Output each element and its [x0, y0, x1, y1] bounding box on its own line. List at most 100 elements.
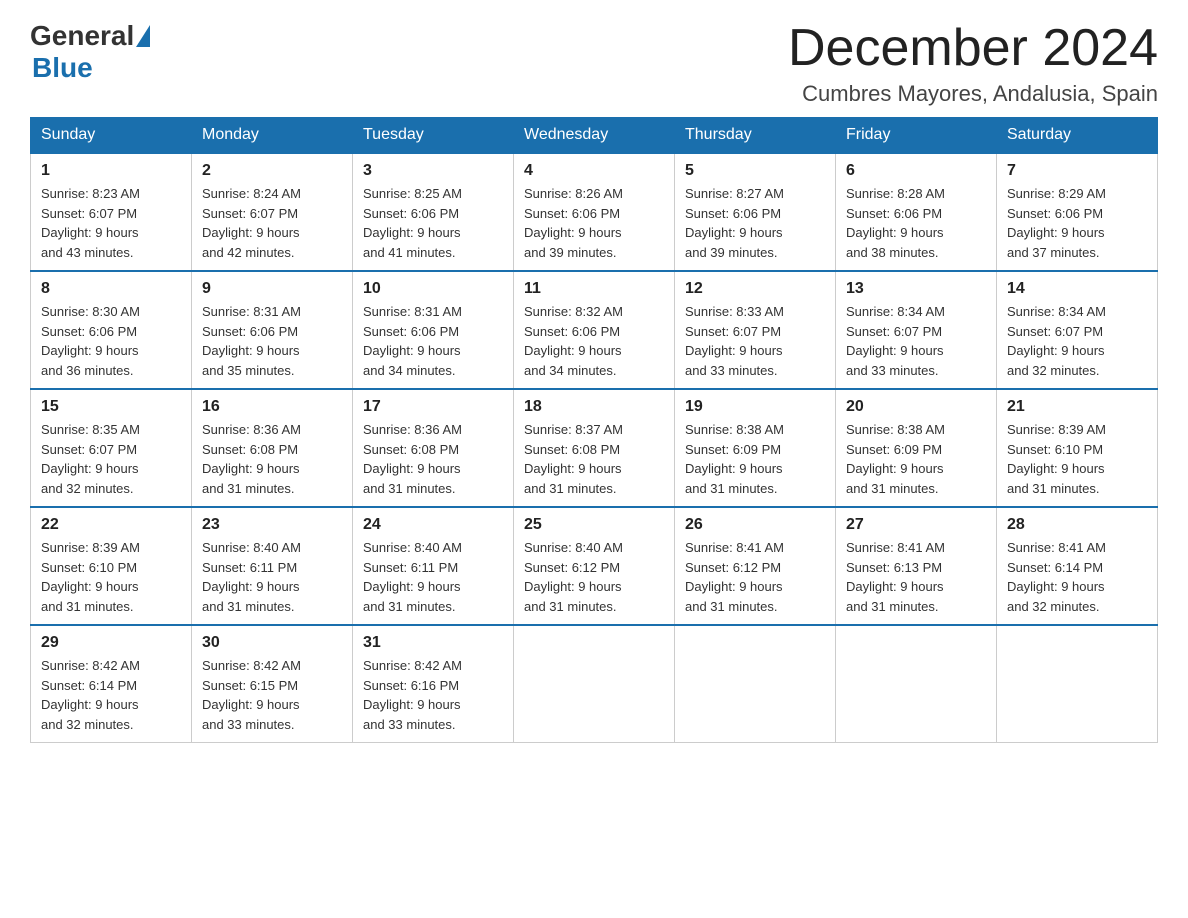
calendar-cell: 8 Sunrise: 8:30 AM Sunset: 6:06 PM Dayli…	[31, 271, 192, 389]
day-number: 3	[363, 162, 503, 180]
day-number: 26	[685, 516, 825, 534]
day-info: Sunrise: 8:37 AM Sunset: 6:08 PM Dayligh…	[524, 422, 623, 496]
col-saturday: Saturday	[997, 118, 1158, 154]
calendar-cell: 14 Sunrise: 8:34 AM Sunset: 6:07 PM Dayl…	[997, 271, 1158, 389]
calendar-cell: 10 Sunrise: 8:31 AM Sunset: 6:06 PM Dayl…	[353, 271, 514, 389]
calendar-cell: 28 Sunrise: 8:41 AM Sunset: 6:14 PM Dayl…	[997, 507, 1158, 625]
calendar-cell: 31 Sunrise: 8:42 AM Sunset: 6:16 PM Dayl…	[353, 625, 514, 743]
day-number: 9	[202, 280, 342, 298]
day-info: Sunrise: 8:24 AM Sunset: 6:07 PM Dayligh…	[202, 186, 301, 260]
calendar-cell: 11 Sunrise: 8:32 AM Sunset: 6:06 PM Dayl…	[514, 271, 675, 389]
day-number: 25	[524, 516, 664, 534]
day-info: Sunrise: 8:32 AM Sunset: 6:06 PM Dayligh…	[524, 304, 623, 378]
day-number: 10	[363, 280, 503, 298]
day-info: Sunrise: 8:39 AM Sunset: 6:10 PM Dayligh…	[41, 540, 140, 614]
day-number: 5	[685, 162, 825, 180]
day-number: 6	[846, 162, 986, 180]
day-number: 12	[685, 280, 825, 298]
calendar-table: Sunday Monday Tuesday Wednesday Thursday…	[30, 117, 1158, 743]
calendar-week-row: 8 Sunrise: 8:30 AM Sunset: 6:06 PM Dayli…	[31, 271, 1158, 389]
calendar-cell: 19 Sunrise: 8:38 AM Sunset: 6:09 PM Dayl…	[675, 389, 836, 507]
day-number: 8	[41, 280, 181, 298]
day-info: Sunrise: 8:29 AM Sunset: 6:06 PM Dayligh…	[1007, 186, 1106, 260]
day-info: Sunrise: 8:41 AM Sunset: 6:13 PM Dayligh…	[846, 540, 945, 614]
col-sunday: Sunday	[31, 118, 192, 154]
calendar-cell: 23 Sunrise: 8:40 AM Sunset: 6:11 PM Dayl…	[192, 507, 353, 625]
day-info: Sunrise: 8:40 AM Sunset: 6:11 PM Dayligh…	[202, 540, 301, 614]
calendar-cell	[675, 625, 836, 743]
page-header: General Blue December 2024 Cumbres Mayor…	[30, 20, 1158, 107]
day-info: Sunrise: 8:40 AM Sunset: 6:12 PM Dayligh…	[524, 540, 623, 614]
calendar-cell: 12 Sunrise: 8:33 AM Sunset: 6:07 PM Dayl…	[675, 271, 836, 389]
location-subtitle: Cumbres Mayores, Andalusia, Spain	[788, 81, 1158, 107]
col-tuesday: Tuesday	[353, 118, 514, 154]
logo-blue-text: Blue	[32, 52, 93, 83]
day-number: 7	[1007, 162, 1147, 180]
day-info: Sunrise: 8:28 AM Sunset: 6:06 PM Dayligh…	[846, 186, 945, 260]
day-info: Sunrise: 8:35 AM Sunset: 6:07 PM Dayligh…	[41, 422, 140, 496]
day-info: Sunrise: 8:36 AM Sunset: 6:08 PM Dayligh…	[202, 422, 301, 496]
calendar-cell	[514, 625, 675, 743]
calendar-cell: 5 Sunrise: 8:27 AM Sunset: 6:06 PM Dayli…	[675, 153, 836, 271]
col-thursday: Thursday	[675, 118, 836, 154]
calendar-header-row: Sunday Monday Tuesday Wednesday Thursday…	[31, 118, 1158, 154]
day-number: 28	[1007, 516, 1147, 534]
day-number: 31	[363, 634, 503, 652]
calendar-cell: 25 Sunrise: 8:40 AM Sunset: 6:12 PM Dayl…	[514, 507, 675, 625]
day-number: 29	[41, 634, 181, 652]
day-number: 18	[524, 398, 664, 416]
col-wednesday: Wednesday	[514, 118, 675, 154]
calendar-cell: 1 Sunrise: 8:23 AM Sunset: 6:07 PM Dayli…	[31, 153, 192, 271]
day-info: Sunrise: 8:23 AM Sunset: 6:07 PM Dayligh…	[41, 186, 140, 260]
calendar-week-row: 29 Sunrise: 8:42 AM Sunset: 6:14 PM Dayl…	[31, 625, 1158, 743]
calendar-cell: 16 Sunrise: 8:36 AM Sunset: 6:08 PM Dayl…	[192, 389, 353, 507]
day-info: Sunrise: 8:42 AM Sunset: 6:15 PM Dayligh…	[202, 658, 301, 732]
day-info: Sunrise: 8:30 AM Sunset: 6:06 PM Dayligh…	[41, 304, 140, 378]
day-info: Sunrise: 8:31 AM Sunset: 6:06 PM Dayligh…	[363, 304, 462, 378]
calendar-cell: 20 Sunrise: 8:38 AM Sunset: 6:09 PM Dayl…	[836, 389, 997, 507]
calendar-cell: 30 Sunrise: 8:42 AM Sunset: 6:15 PM Dayl…	[192, 625, 353, 743]
day-info: Sunrise: 8:26 AM Sunset: 6:06 PM Dayligh…	[524, 186, 623, 260]
day-number: 16	[202, 398, 342, 416]
day-number: 19	[685, 398, 825, 416]
day-info: Sunrise: 8:41 AM Sunset: 6:12 PM Dayligh…	[685, 540, 784, 614]
day-number: 20	[846, 398, 986, 416]
day-info: Sunrise: 8:40 AM Sunset: 6:11 PM Dayligh…	[363, 540, 462, 614]
calendar-cell: 24 Sunrise: 8:40 AM Sunset: 6:11 PM Dayl…	[353, 507, 514, 625]
day-info: Sunrise: 8:42 AM Sunset: 6:14 PM Dayligh…	[41, 658, 140, 732]
day-number: 30	[202, 634, 342, 652]
day-number: 4	[524, 162, 664, 180]
calendar-body: 1 Sunrise: 8:23 AM Sunset: 6:07 PM Dayli…	[31, 153, 1158, 743]
calendar-week-row: 22 Sunrise: 8:39 AM Sunset: 6:10 PM Dayl…	[31, 507, 1158, 625]
day-info: Sunrise: 8:42 AM Sunset: 6:16 PM Dayligh…	[363, 658, 462, 732]
calendar-cell: 15 Sunrise: 8:35 AM Sunset: 6:07 PM Dayl…	[31, 389, 192, 507]
day-info: Sunrise: 8:34 AM Sunset: 6:07 PM Dayligh…	[846, 304, 945, 378]
calendar-cell: 27 Sunrise: 8:41 AM Sunset: 6:13 PM Dayl…	[836, 507, 997, 625]
calendar-cell: 18 Sunrise: 8:37 AM Sunset: 6:08 PM Dayl…	[514, 389, 675, 507]
calendar-cell: 22 Sunrise: 8:39 AM Sunset: 6:10 PM Dayl…	[31, 507, 192, 625]
day-info: Sunrise: 8:36 AM Sunset: 6:08 PM Dayligh…	[363, 422, 462, 496]
day-number: 2	[202, 162, 342, 180]
logo-triangle-icon	[136, 25, 150, 47]
col-friday: Friday	[836, 118, 997, 154]
calendar-cell	[997, 625, 1158, 743]
calendar-cell: 6 Sunrise: 8:28 AM Sunset: 6:06 PM Dayli…	[836, 153, 997, 271]
day-number: 15	[41, 398, 181, 416]
calendar-cell: 4 Sunrise: 8:26 AM Sunset: 6:06 PM Dayli…	[514, 153, 675, 271]
calendar-cell: 17 Sunrise: 8:36 AM Sunset: 6:08 PM Dayl…	[353, 389, 514, 507]
calendar-cell	[836, 625, 997, 743]
day-info: Sunrise: 8:33 AM Sunset: 6:07 PM Dayligh…	[685, 304, 784, 378]
day-info: Sunrise: 8:41 AM Sunset: 6:14 PM Dayligh…	[1007, 540, 1106, 614]
title-area: December 2024 Cumbres Mayores, Andalusia…	[788, 20, 1158, 107]
day-number: 21	[1007, 398, 1147, 416]
day-info: Sunrise: 8:34 AM Sunset: 6:07 PM Dayligh…	[1007, 304, 1106, 378]
calendar-cell: 3 Sunrise: 8:25 AM Sunset: 6:06 PM Dayli…	[353, 153, 514, 271]
day-number: 23	[202, 516, 342, 534]
month-title: December 2024	[788, 20, 1158, 77]
calendar-cell: 13 Sunrise: 8:34 AM Sunset: 6:07 PM Dayl…	[836, 271, 997, 389]
logo-general-text: General	[30, 20, 134, 52]
calendar-cell: 2 Sunrise: 8:24 AM Sunset: 6:07 PM Dayli…	[192, 153, 353, 271]
day-number: 22	[41, 516, 181, 534]
day-number: 1	[41, 162, 181, 180]
calendar-cell: 7 Sunrise: 8:29 AM Sunset: 6:06 PM Dayli…	[997, 153, 1158, 271]
